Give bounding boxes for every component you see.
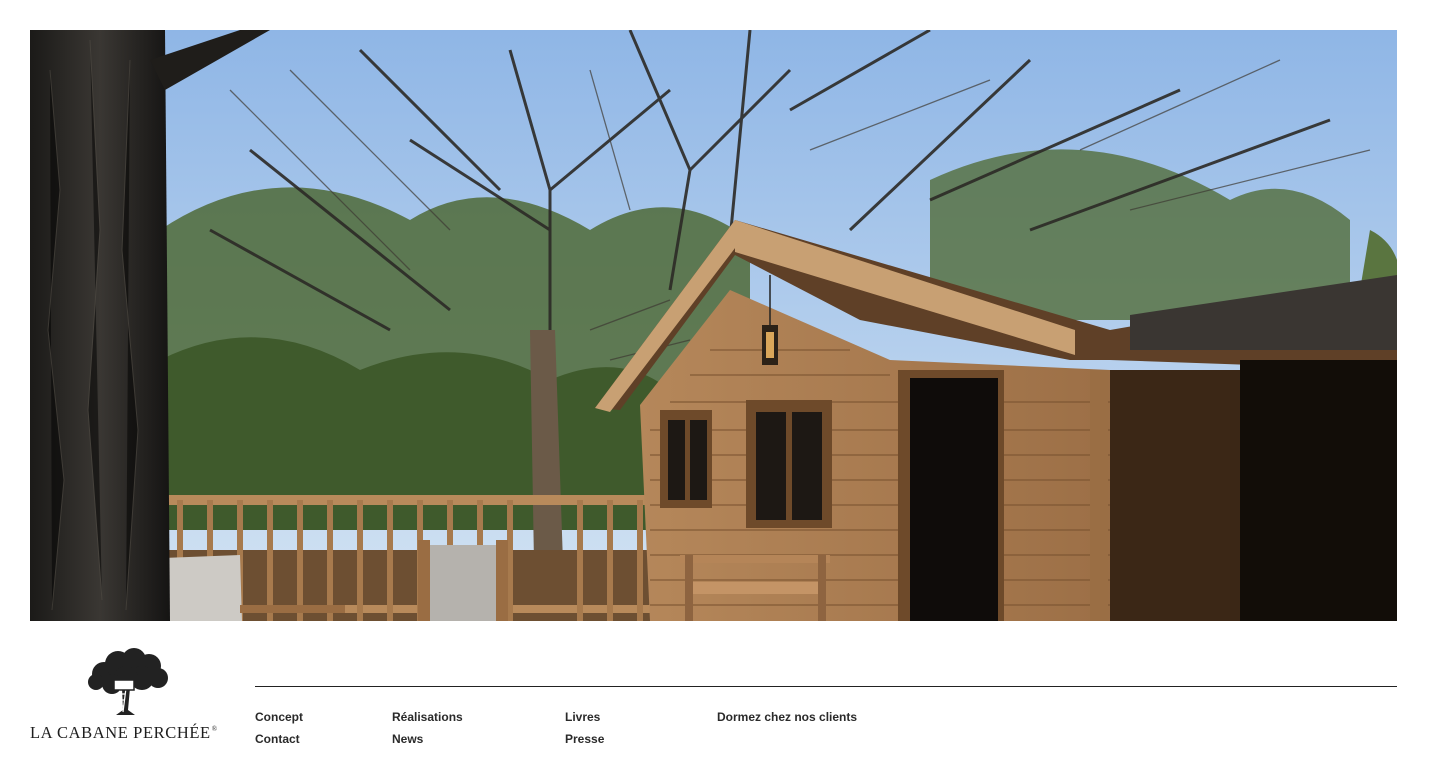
footer-nav-col-3: Livres Presse	[565, 706, 604, 750]
trademark-symbol: ®	[211, 725, 218, 733]
footer-divider	[255, 686, 1397, 687]
hero-image	[30, 30, 1397, 621]
footer-nav-col-1: Concept Contact	[255, 706, 303, 750]
nav-link-livres[interactable]: Livres	[565, 706, 604, 728]
brand-name: LA CABANE PERCHÉE	[30, 723, 211, 742]
nav-link-dormez-chez-nos-clients[interactable]: Dormez chez nos clients	[717, 706, 857, 728]
brand-wordmark: LA CABANE PERCHÉE®	[30, 723, 218, 743]
brand-logo[interactable]: LA CABANE PERCHÉE®	[30, 648, 230, 748]
nav-link-contact[interactable]: Contact	[255, 728, 303, 750]
nav-link-concept[interactable]: Concept	[255, 706, 303, 728]
footer-nav-col-2: Réalisations News	[392, 706, 463, 750]
tree-with-ladder-icon	[88, 648, 168, 715]
footer-nav-col-4: Dormez chez nos clients	[717, 706, 857, 728]
hero-photo	[30, 30, 1397, 621]
nav-link-news[interactable]: News	[392, 728, 463, 750]
nav-link-presse[interactable]: Presse	[565, 728, 604, 750]
nav-link-realisations[interactable]: Réalisations	[392, 706, 463, 728]
